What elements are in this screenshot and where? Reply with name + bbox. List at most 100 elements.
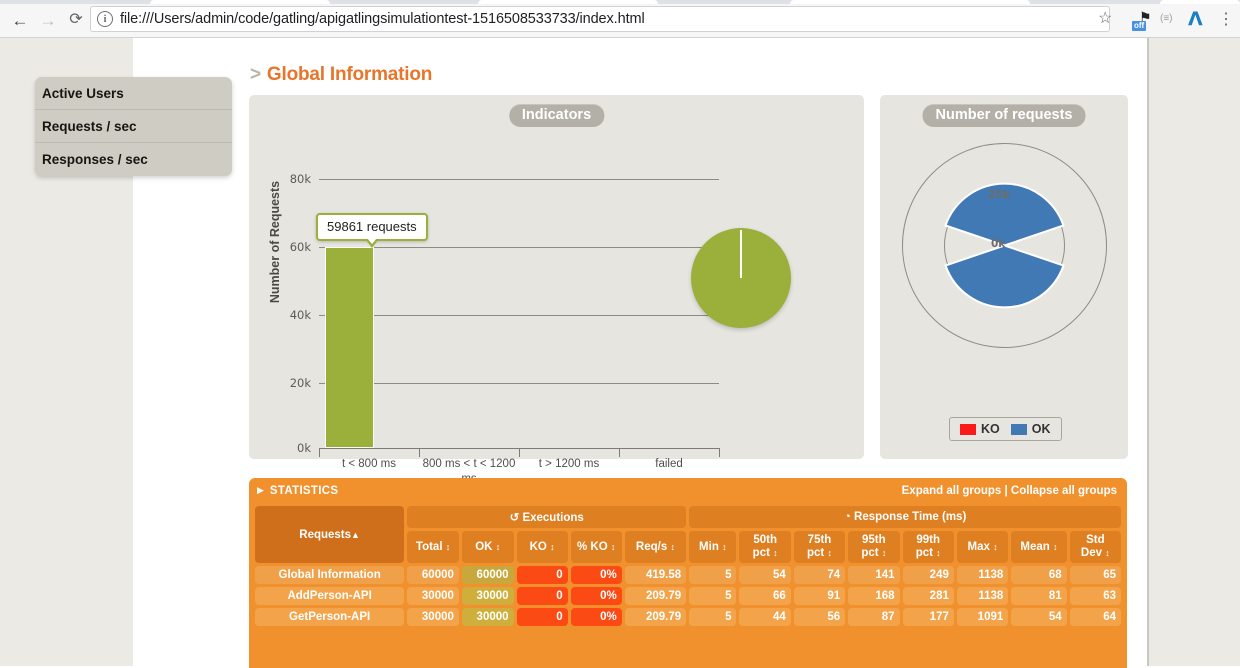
tab-strip bbox=[0, 0, 1240, 4]
browser-tab[interactable] bbox=[478, 0, 658, 4]
sort-icon: ↕ bbox=[445, 541, 451, 552]
cell-reqs: 209.79 bbox=[624, 587, 687, 605]
sort-icon: ↕ bbox=[610, 541, 616, 552]
cell-max: 1138 bbox=[956, 587, 1009, 605]
cell-p95: 87 bbox=[848, 608, 900, 626]
back-icon[interactable]: ← bbox=[8, 8, 32, 32]
row-name[interactable]: Global Information bbox=[255, 566, 405, 584]
row-name[interactable]: GetPerson-API bbox=[255, 608, 405, 626]
cell-ok: 60000 bbox=[461, 566, 514, 584]
statistics-table: Requests▲ ↺ Executions ◔ Response Time (… bbox=[252, 503, 1124, 629]
sort-icon: ↕ bbox=[1105, 548, 1110, 558]
x-tick bbox=[719, 448, 720, 457]
content-sheet-edge bbox=[1147, 38, 1149, 666]
column-header-total[interactable]: Total ↕ bbox=[407, 531, 459, 563]
column-label: OK bbox=[475, 540, 493, 553]
column-header-pct-ko[interactable]: % KO ↕ bbox=[570, 531, 622, 563]
pie-slice-divider bbox=[740, 230, 742, 278]
expand-all-groups-link[interactable]: Expand all groups bbox=[902, 485, 1002, 497]
number-of-requests-panel-title: Number of requests bbox=[922, 104, 1086, 127]
column-label: Max bbox=[967, 540, 990, 553]
column-header-p50[interactable]: 50th pct ↕ bbox=[739, 531, 791, 563]
cell-p95: 141 bbox=[848, 566, 900, 584]
cell-max: 1091 bbox=[956, 608, 1009, 626]
cell-ko: 0 bbox=[516, 608, 568, 626]
sidebar-item-requests-per-sec[interactable]: Requests / sec bbox=[35, 110, 232, 143]
reload-icon[interactable]: ⟳ bbox=[64, 8, 88, 32]
executions-group-header: ↺ Executions bbox=[407, 506, 687, 528]
requests-column-header[interactable]: Requests▲ bbox=[255, 506, 405, 563]
cell-p99: 281 bbox=[902, 587, 954, 605]
x-tick bbox=[319, 448, 320, 457]
table-row[interactable]: AddPerson-API 30000 30000 0 0% 209.79 5 … bbox=[255, 587, 1121, 605]
cell-p95: 168 bbox=[848, 587, 900, 605]
y-tick-label: 20k bbox=[289, 376, 311, 390]
browser-tab[interactable] bbox=[1160, 0, 1240, 4]
legend-entry-ko[interactable]: KO bbox=[960, 422, 1000, 436]
column-label: Req/s bbox=[635, 540, 668, 553]
sort-icon: ↕ bbox=[827, 548, 832, 558]
statistics-header-bar: ▶ STATISTICS Expand all groups | Collaps… bbox=[249, 478, 1127, 503]
collapse-triangle-icon[interactable]: ▶ bbox=[257, 485, 264, 496]
browser-tab[interactable] bbox=[150, 0, 330, 4]
x-tick bbox=[519, 448, 520, 457]
cell-mean: 81 bbox=[1011, 587, 1067, 605]
url-text: file:///Users/admin/code/gatling/apigatl… bbox=[120, 11, 645, 27]
refresh-icon: ↺ bbox=[509, 512, 520, 524]
bookmark-star-icon[interactable]: ☆ bbox=[1098, 11, 1112, 27]
cell-pct-ko: 0% bbox=[570, 608, 622, 626]
table-row[interactable]: GetPerson-API 30000 30000 0 0% 209.79 5 … bbox=[255, 608, 1121, 626]
sort-icon: ↕ bbox=[881, 548, 887, 558]
sidebar-item-responses-per-sec[interactable]: Responses / sec bbox=[35, 143, 232, 176]
row-name[interactable]: AddPerson-API bbox=[255, 587, 405, 605]
x-category-label: t > 1200 ms bbox=[538, 458, 600, 470]
extension-icon-adblock[interactable]: ⚑ off bbox=[1132, 9, 1154, 31]
forward-icon[interactable]: → bbox=[36, 8, 60, 32]
address-bar[interactable]: i file:///Users/admin/code/gatling/apiga… bbox=[90, 6, 1110, 32]
extension-icon-mute[interactable]: (≡) bbox=[1160, 13, 1173, 24]
sidebar-item-active-users[interactable]: Active Users bbox=[35, 77, 232, 110]
column-label: Total bbox=[415, 540, 443, 553]
cell-total: 30000 bbox=[407, 608, 459, 626]
x-category-label: failed bbox=[655, 458, 683, 470]
cell-min: 5 bbox=[689, 587, 737, 605]
cell-p50: 66 bbox=[739, 587, 791, 605]
x-tick bbox=[619, 448, 620, 457]
column-header-p75[interactable]: 75th pct ↕ bbox=[793, 531, 846, 563]
collapse-all-groups-link[interactable]: Collapse all groups bbox=[1011, 485, 1117, 497]
x-category-label: t < 800 ms bbox=[341, 458, 396, 470]
column-header-p95[interactable]: 95th pct ↕ bbox=[848, 531, 900, 563]
table-row[interactable]: Global Information 60000 60000 0 0% 419.… bbox=[255, 566, 1121, 584]
column-label: Min bbox=[699, 540, 719, 553]
column-header-mean[interactable]: Mean ↕ bbox=[1011, 531, 1067, 563]
cell-min: 5 bbox=[689, 608, 737, 626]
bar-tooltip: 59861 requests bbox=[316, 213, 428, 248]
column-header-ok[interactable]: OK ↕ bbox=[461, 531, 514, 563]
column-header-p99[interactable]: 99th pct ↕ bbox=[902, 531, 954, 563]
cell-mean: 54 bbox=[1011, 608, 1067, 626]
column-header-min[interactable]: Min ↕ bbox=[689, 531, 737, 563]
page-title-text: Global Information bbox=[266, 64, 433, 85]
sort-ascending-icon: ▲ bbox=[351, 529, 360, 540]
extension-icon-logo[interactable]: Λ bbox=[1188, 8, 1203, 30]
number-of-requests-polar-chart: 25k 0k bbox=[902, 143, 1107, 348]
global-success-pie-chart[interactable] bbox=[691, 228, 791, 328]
browser-tab[interactable] bbox=[790, 0, 1030, 4]
sort-icon: ↕ bbox=[670, 541, 675, 552]
column-header-stddev[interactable]: Std Dev ↕ bbox=[1069, 531, 1121, 563]
cell-stddev: 63 bbox=[1069, 587, 1121, 605]
browser-menu-icon[interactable]: ⋮ bbox=[1218, 9, 1234, 29]
column-header-ko[interactable]: KO ↕ bbox=[516, 531, 568, 563]
sidebar-item-label: Requests / sec bbox=[42, 118, 137, 134]
clock-icon: ◔ bbox=[843, 511, 851, 523]
sort-icon: ↕ bbox=[773, 548, 778, 558]
legend-swatch-ok bbox=[1010, 423, 1027, 435]
bar-t-lt-800ms[interactable] bbox=[325, 247, 374, 448]
polar-tick-25k: 25k bbox=[988, 189, 1010, 201]
page-info-icon[interactable]: i bbox=[97, 11, 113, 27]
column-header-reqs[interactable]: Req/s ↕ bbox=[624, 531, 687, 563]
column-header-max[interactable]: Max ↕ bbox=[956, 531, 1009, 563]
legend-entry-ok[interactable]: OK bbox=[1010, 422, 1051, 436]
x-tick bbox=[419, 448, 420, 457]
links-separator: | bbox=[1001, 484, 1011, 497]
